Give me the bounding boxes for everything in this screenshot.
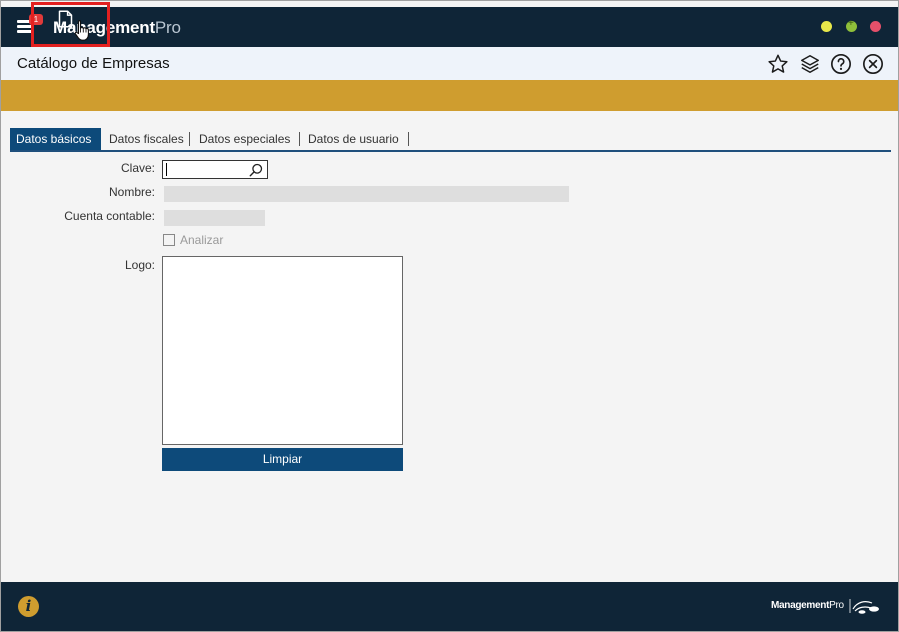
app-window: 1 ManagementPro Catálogo de Empresas	[0, 0, 899, 632]
limpiar-button[interactable]: Limpiar	[162, 448, 403, 471]
analizar-checkbox[interactable]	[163, 234, 175, 246]
footer-brand: ManagementPro	[771, 600, 844, 611]
page-header: Catálogo de Empresas	[1, 47, 898, 80]
tab-datos-basicos[interactable]: Datos básicos	[10, 128, 101, 150]
maximize-button[interactable]	[846, 18, 857, 32]
page-title: Catálogo de Empresas	[17, 55, 170, 72]
nombre-field	[164, 186, 569, 202]
company-logo-icon	[849, 599, 879, 614]
search-icon[interactable]	[249, 163, 263, 177]
star-icon[interactable]	[767, 53, 789, 75]
cuenta-contable-field	[164, 210, 265, 226]
logo-label: Logo:	[124, 258, 155, 272]
tab-bar: Datos básicos Datos fiscales Datos espec…	[10, 128, 891, 152]
brand-pro: Pro	[154, 18, 181, 37]
clave-input[interactable]	[162, 160, 268, 179]
question-circle-icon[interactable]	[830, 53, 852, 75]
title-bar: 1 ManagementPro	[1, 7, 898, 47]
nombre-label: Nombre:	[108, 185, 155, 199]
toolbar	[1, 80, 898, 111]
hand-pointer-icon	[74, 19, 89, 41]
new-record-button[interactable]	[31, 2, 110, 47]
footer-brand-pro: Pro	[829, 600, 844, 611]
logo-image-box[interactable]	[162, 256, 403, 445]
close-circle-icon[interactable]	[862, 53, 884, 75]
footer-brand-main: Management	[771, 600, 830, 611]
footer-bar: i ManagementPro	[1, 582, 898, 631]
document-icon	[58, 10, 73, 28]
window-close-button[interactable]	[870, 21, 881, 32]
text-caret	[166, 163, 167, 176]
layers-icon[interactable]	[799, 53, 821, 75]
info-icon[interactable]: i	[18, 596, 39, 617]
tab-datos-fiscales[interactable]: Datos fiscales	[103, 128, 190, 150]
tab-datos-de-usuario[interactable]: Datos de usuario	[302, 128, 409, 150]
cuenta-contable-label: Cuenta contable:	[64, 209, 155, 223]
clave-label: Clave:	[120, 161, 155, 175]
minimize-button[interactable]	[821, 21, 832, 32]
tab-datos-especiales[interactable]: Datos especiales	[193, 128, 300, 150]
analizar-label: Analizar	[180, 233, 224, 247]
